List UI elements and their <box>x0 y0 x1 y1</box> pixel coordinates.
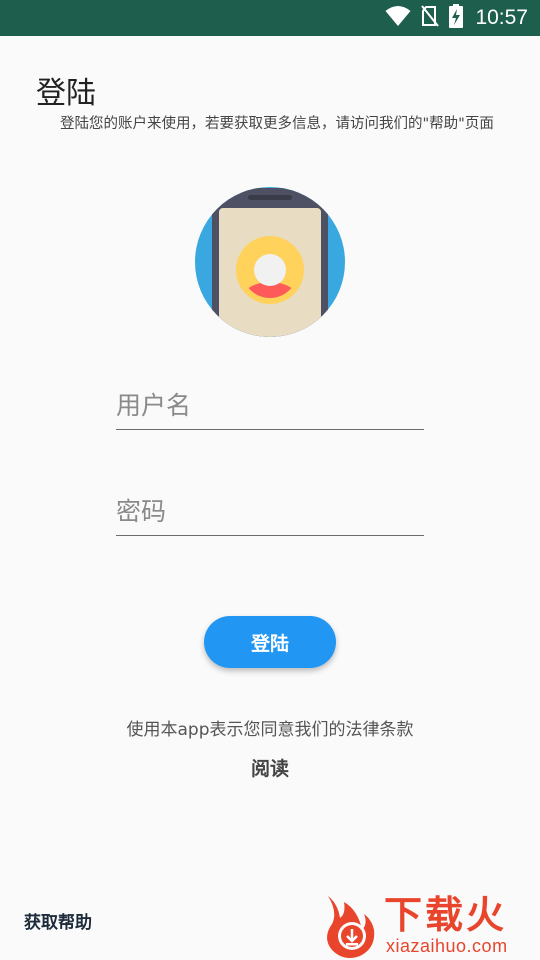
page-subtitle: 登陆您的账户来使用，若要获取更多信息，请访问我们的"帮助"页面 <box>60 116 494 132</box>
watermark-domain: xiazaihuo.com <box>386 936 508 956</box>
status-time: 10:57 <box>475 6 528 29</box>
read-terms-link[interactable]: 阅读 <box>0 756 540 782</box>
watermark-brand: 下载火 <box>384 893 508 937</box>
terms-text: 使用本app表示您同意我们的法律条款 <box>126 720 414 740</box>
password-input[interactable] <box>116 488 424 536</box>
wifi-icon <box>385 5 411 31</box>
status-bar: 10:57 <box>0 0 540 36</box>
battery-charging-icon <box>449 4 464 32</box>
status-icons: 10:57 <box>385 0 528 36</box>
get-help-link[interactable]: 获取帮助 <box>24 910 92 936</box>
phone-user-avatar-icon <box>194 186 346 338</box>
watermark: 下载火 xiazaihuo.com <box>318 888 540 960</box>
login-button[interactable]: 登陆 <box>204 616 336 668</box>
username-input[interactable] <box>116 382 424 430</box>
flame-logo-icon <box>327 896 375 958</box>
page-title: 登陆 <box>36 76 96 111</box>
no-sim-icon <box>421 5 440 31</box>
